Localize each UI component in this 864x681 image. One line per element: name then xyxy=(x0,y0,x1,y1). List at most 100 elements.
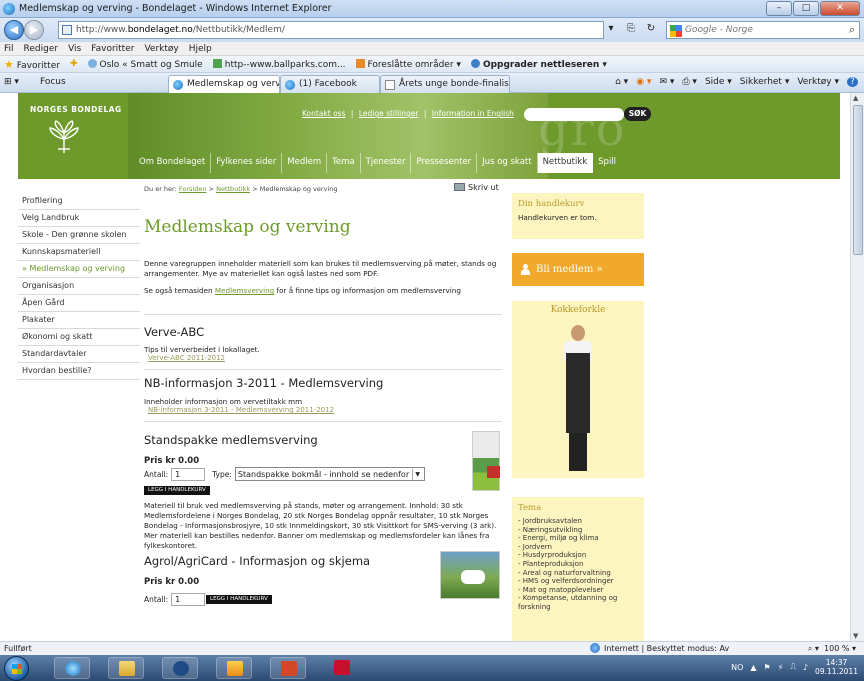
nav-om-bondelaget[interactable]: Om Bondelaget xyxy=(134,153,212,173)
sidebar-item-skole[interactable]: Skole - Den grønne skolen xyxy=(18,227,140,244)
focus-tab[interactable]: Focus xyxy=(40,77,66,87)
tema-item[interactable]: - Husdyrproduksjon xyxy=(518,551,644,560)
link-verve-abc[interactable]: Verve-ABC 2011-2012 xyxy=(148,354,225,362)
back-button[interactable]: ◀ xyxy=(4,20,24,40)
scroll-thumb[interactable] xyxy=(853,105,863,255)
fav-item-upgrade[interactable]: Oppgrader nettleseren ▾ xyxy=(470,58,607,70)
add-to-cart-button[interactable]: LEGG I HANDLEKURV xyxy=(144,486,210,495)
favorites-button[interactable]: ★ Favoritter xyxy=(4,58,60,71)
print-link[interactable]: Skriv ut xyxy=(454,183,499,192)
tema-item[interactable]: - HMS og velferdsordninger xyxy=(518,577,644,586)
menu-view[interactable]: Vis xyxy=(68,42,81,55)
site-search-button[interactable]: SØK xyxy=(624,107,651,121)
add-favorite-icon[interactable]: ✚ xyxy=(70,59,78,69)
product-image-agricard[interactable] xyxy=(440,551,500,599)
sidebar-item-kunnskapsmateriell[interactable]: Kunnskapsmateriell xyxy=(18,244,140,261)
type-select[interactable]: Standspakke bokmål - innhold se nedenfor… xyxy=(234,467,426,481)
link-kontakt[interactable]: Kontakt oss xyxy=(302,109,346,118)
tab-arets-unge-bonde[interactable]: Årets unge bonde-finalist: ... xyxy=(380,75,510,93)
tab-medlemskap[interactable]: Medlemskap og vervin...✕ xyxy=(168,75,280,93)
sidebar-item-velg-landbruk[interactable]: Velg Landbruk xyxy=(18,210,140,227)
sidebar-item-apen-gard[interactable]: Åpen Gård xyxy=(18,295,140,312)
flag-icon[interactable]: ⚑ xyxy=(764,663,771,672)
quantity-input[interactable]: 1 xyxy=(171,467,206,481)
show-hidden-icon[interactable]: ▲ xyxy=(750,663,756,672)
vertical-scrollbar[interactable]: ▲ ▼ xyxy=(850,93,864,641)
tema-item[interactable]: - Kompetanse, utdanning og forskning xyxy=(518,594,644,611)
cmd-tools[interactable]: Verktøy ▾ xyxy=(797,77,839,87)
fav-item-suggested[interactable]: Foreslåtte områder ▾ xyxy=(355,58,461,70)
link-stillinger[interactable]: Ledige stillinger xyxy=(359,109,419,118)
nav-tjenester[interactable]: Tjenester xyxy=(361,153,412,173)
tab-facebook[interactable]: (1) Facebook xyxy=(280,75,380,93)
scroll-down-icon[interactable]: ▼ xyxy=(853,632,858,640)
sidebar-item-profilering[interactable]: Profilering xyxy=(18,193,140,210)
tema-item[interactable]: - Jordbruksavtalen xyxy=(518,517,644,526)
site-logo-text[interactable]: NORGES BONDELAG xyxy=(30,105,122,114)
sidebar-item-organisasjon[interactable]: Organisasjon xyxy=(18,278,140,295)
nav-spill[interactable]: Spill xyxy=(593,153,621,173)
nav-jus-og-skatt[interactable]: Jus og skatt xyxy=(477,153,538,173)
sidebar-item-medlemskap[interactable]: » Medlemskap og verving xyxy=(18,261,140,278)
volume-icon[interactable]: ♪ xyxy=(803,663,808,672)
menu-edit[interactable]: Rediger xyxy=(24,42,59,55)
sidebar-item-okonomi[interactable]: Økonomi og skatt xyxy=(18,329,140,346)
tema-item[interactable]: - Planteproduksjon xyxy=(518,560,644,569)
sidebar-item-plakater[interactable]: Plakater xyxy=(18,312,140,329)
tema-item[interactable]: - Næringsutvikling xyxy=(518,526,644,535)
clock[interactable]: 14:37 09.11.2011 xyxy=(815,658,858,676)
taskbar-powerpoint[interactable] xyxy=(270,657,306,679)
taskbar-pdf[interactable] xyxy=(324,657,360,679)
address-bar[interactable]: http://www.bondelaget.no/Nettbutikk/Medl… xyxy=(58,21,604,39)
link-english[interactable]: Information in English xyxy=(432,109,514,118)
nav-medlem[interactable]: Medlem xyxy=(282,153,328,173)
taskbar-ie[interactable] xyxy=(54,657,90,679)
become-member-button[interactable]: Bli medlem » xyxy=(512,253,644,286)
tema-item[interactable]: - Jordvern xyxy=(518,543,644,552)
add-to-cart-button[interactable]: LEGG I HANDLEKURV xyxy=(206,595,272,604)
maximize-button[interactable]: □ xyxy=(793,1,819,16)
mail-icon[interactable]: ✉ ▾ xyxy=(659,77,674,87)
cmd-safety[interactable]: Sikkerhet ▾ xyxy=(740,77,790,87)
zoom-control[interactable]: ⌕ ▾ 100 % ▾ xyxy=(808,642,856,655)
tema-item[interactable]: - Areal og naturforvaltning xyxy=(518,569,644,578)
sidebar-item-standardavtaler[interactable]: Standardavtaler xyxy=(18,346,140,363)
link-nb-informasjon[interactable]: NB-informasjon 3-2011 - Medlemsverving 2… xyxy=(148,406,334,414)
link-medlemsverving[interactable]: Medlemsverving xyxy=(215,286,274,295)
tema-item[interactable]: - Mat og matopplevelser xyxy=(518,586,644,595)
minimize-button[interactable]: – xyxy=(766,1,792,16)
print-icon[interactable]: ⎙ ▾ xyxy=(682,77,697,87)
language-indicator[interactable]: NO xyxy=(731,663,743,672)
help-icon[interactable]: ? xyxy=(847,77,858,87)
nav-fylkenes-sider[interactable]: Fylkenes sider xyxy=(211,153,283,173)
taskbar-paint[interactable] xyxy=(216,657,252,679)
wheat-logo-icon[interactable] xyxy=(44,119,84,155)
power-icon[interactable]: ⚡ xyxy=(778,663,784,672)
network-icon[interactable]: ⎍ xyxy=(790,662,796,672)
crumb-forsiden[interactable]: Forsiden xyxy=(179,185,207,193)
taskbar-explorer[interactable] xyxy=(108,657,144,679)
nav-pressesenter[interactable]: Pressesenter xyxy=(411,153,478,173)
taskbar-media[interactable] xyxy=(162,657,198,679)
tema-item[interactable]: - Energi, miljø og klima xyxy=(518,534,644,543)
quantity-input[interactable]: 1 xyxy=(171,593,206,606)
nav-tema[interactable]: Tema xyxy=(327,153,361,173)
site-search-input[interactable] xyxy=(524,108,624,121)
menu-tools[interactable]: Verktøy xyxy=(144,42,178,55)
dropdown-icon[interactable]: ▾ xyxy=(604,22,618,36)
forward-button[interactable]: ▶ xyxy=(24,20,44,40)
refresh-icon[interactable]: ↻ xyxy=(644,22,658,36)
compat-icon[interactable]: ⎘ xyxy=(624,22,638,36)
search-icon[interactable]: ⌕ xyxy=(849,23,855,37)
scroll-up-icon[interactable]: ▲ xyxy=(853,94,858,102)
crumb-nettbutikk[interactable]: Nettbutikk xyxy=(216,185,250,193)
promo-kokkeforkle[interactable]: Kokkeforkle xyxy=(512,301,644,478)
address-url[interactable]: http://www.bondelaget.no/Nettbutikk/Medl… xyxy=(76,25,285,35)
menu-favorites[interactable]: Favoritter xyxy=(91,42,134,55)
start-button[interactable] xyxy=(4,656,29,681)
close-button[interactable]: ✕ xyxy=(820,1,860,16)
cmd-page[interactable]: Side ▾ xyxy=(705,77,732,87)
fav-item-oslo[interactable]: Oslo « Smatt og Smule xyxy=(87,58,203,70)
quick-tabs-icon[interactable]: ⊞ ▾ xyxy=(4,77,19,87)
menu-file[interactable]: Fil xyxy=(4,42,14,55)
